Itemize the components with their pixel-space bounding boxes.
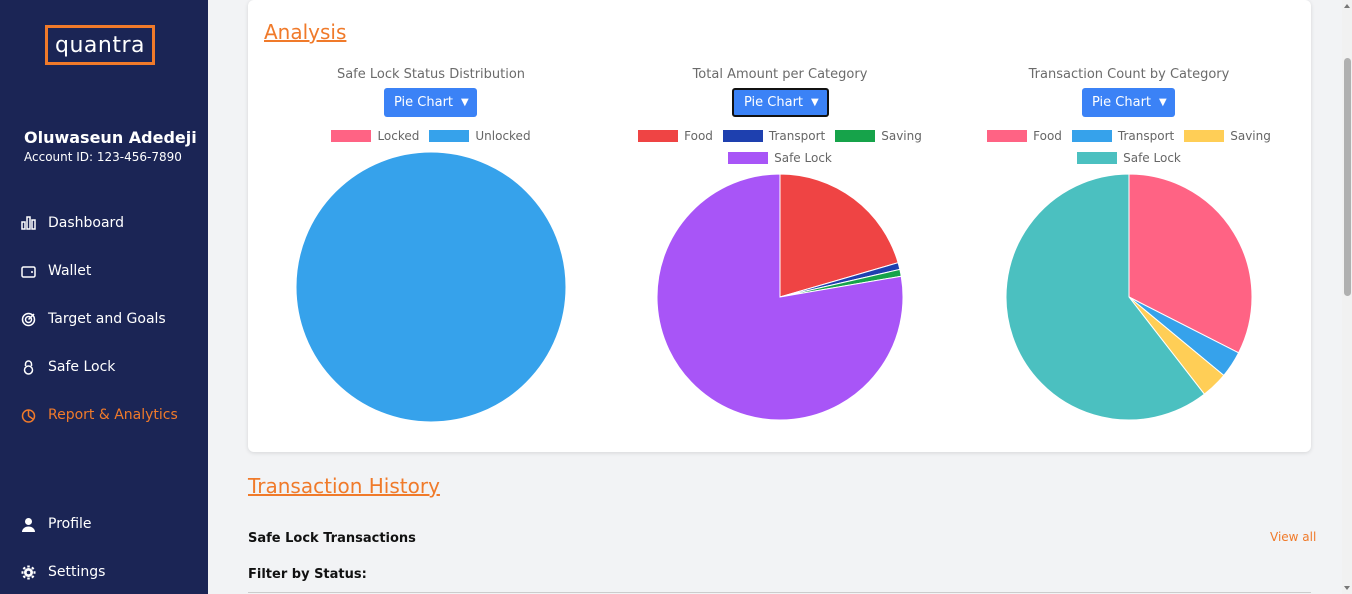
scroll-up-arrow-icon[interactable] <box>1344 4 1350 8</box>
pie-slice-unlocked[interactable] <box>295 151 567 423</box>
safe-lock-transactions-title: Safe Lock Transactions <box>248 531 416 546</box>
lock-icon <box>20 359 36 375</box>
sidebar-item-report-analytics[interactable]: Report & Analytics <box>20 403 178 427</box>
logo[interactable]: quantra <box>45 25 155 65</box>
user-icon <box>20 516 36 532</box>
analysis-card: Analysis Safe Lock Status Distribution P… <box>248 0 1311 452</box>
analysis-title[interactable]: Analysis <box>264 20 346 44</box>
scroll-down-arrow-icon[interactable] <box>1344 586 1350 590</box>
pie-chart-icon <box>20 407 36 423</box>
user-name: Oluwaseun Adedeji <box>24 128 197 147</box>
chart-safe-lock-status: Safe Lock Status Distribution Pie Chart … <box>271 62 591 432</box>
sidebar-item-label: Wallet <box>48 263 92 279</box>
sidebar-item-label: Report & Analytics <box>48 407 178 423</box>
sidebar-item-wallet[interactable]: Wallet <box>20 259 91 283</box>
sidebar-item-label: Profile <box>48 516 92 532</box>
account-id: Account ID: 123-456-7890 <box>24 150 182 164</box>
sidebar-item-label: Safe Lock <box>48 359 116 375</box>
pie-chart <box>656 173 904 421</box>
sidebar-item-label: Dashboard <box>48 215 124 231</box>
sidebar-item-settings[interactable]: Settings <box>20 560 105 584</box>
bar-chart-icon <box>20 215 36 231</box>
wallet-icon <box>20 263 36 279</box>
gear-icon <box>20 564 36 580</box>
page-scrollbar[interactable] <box>1342 0 1352 594</box>
pie-chart <box>1005 173 1253 421</box>
chart-total-amount: Total Amount per Category Pie Chart ▼ Fo… <box>620 62 940 432</box>
sidebar-item-target-and-goals[interactable]: Target and Goals <box>20 307 166 331</box>
sidebar-item-label: Target and Goals <box>48 311 166 327</box>
sidebar-item-dashboard[interactable]: Dashboard <box>20 211 124 235</box>
sidebar-item-profile[interactable]: Profile <box>20 512 92 536</box>
chart-transaction-count: Transaction Count by Category Pie Chart … <box>969 62 1289 432</box>
sidebar: quantra Oluwaseun Adedeji Account ID: 12… <box>0 0 208 594</box>
sidebar-item-label: Settings <box>48 564 106 580</box>
transaction-history-title[interactable]: Transaction History <box>248 474 440 498</box>
view-all-link[interactable]: View all <box>1270 530 1316 544</box>
sidebar-item-safe-lock[interactable]: Safe Lock <box>20 355 115 379</box>
pie-chart <box>295 151 567 423</box>
target-icon <box>20 311 36 327</box>
scroll-thumb[interactable] <box>1344 58 1351 296</box>
filter-by-status-label: Filter by Status: <box>248 567 367 582</box>
